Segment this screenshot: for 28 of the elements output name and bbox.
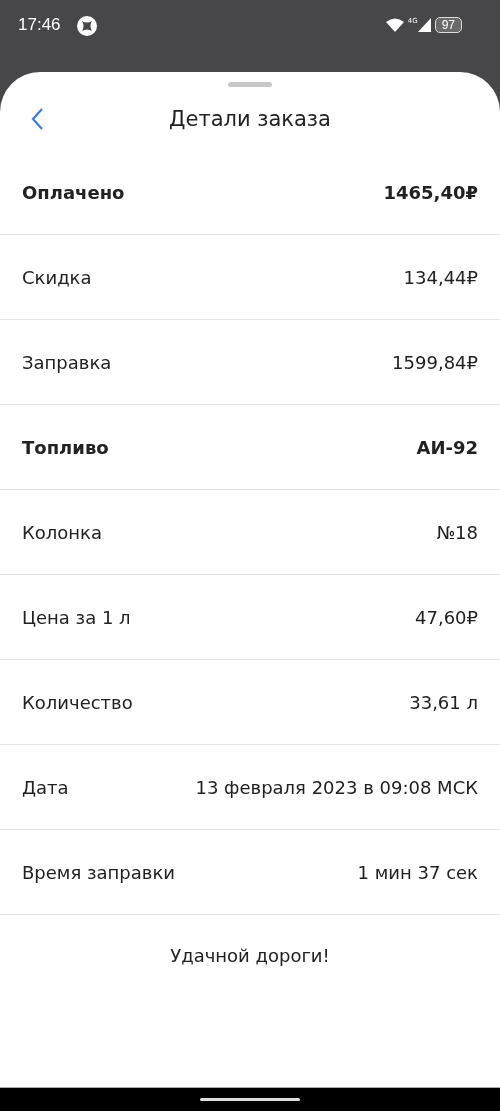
row-label: Время заправки (22, 861, 175, 883)
app-notification-icon (76, 16, 97, 36)
row-value: 1599,84₽ (392, 351, 478, 373)
row-label: Топливо (22, 436, 109, 458)
row-value: 134,44₽ (403, 266, 478, 288)
wifi-icon (385, 18, 404, 32)
farewell-message: Удачной дороги! (170, 945, 330, 966)
drag-handle[interactable] (228, 82, 272, 87)
row-label: Количество (22, 691, 133, 713)
row-label: Оплачено (22, 181, 125, 203)
row-label: Цена за 1 л (22, 606, 131, 628)
row-value: 47,60₽ (415, 606, 478, 628)
row-label: Скидка (22, 266, 92, 288)
row-value: 1 мин 37 сек (357, 861, 478, 883)
back-button[interactable] (30, 107, 46, 131)
row-label: Заправка (22, 351, 112, 373)
page-title: Детали заказа (169, 106, 331, 131)
home-indicator[interactable] (200, 1098, 300, 1101)
status-time: 17:46 (18, 14, 61, 36)
row-value: №18 (436, 521, 478, 543)
signal-icon (417, 18, 431, 32)
row-value: 1465,40₽ (383, 181, 478, 203)
row-label: Колонка (22, 521, 102, 543)
row-label: Дата (22, 776, 69, 798)
row-value: 13 февраля 2023 в 09:08 МСК (195, 776, 478, 798)
row-value: 33,61 л (409, 691, 478, 713)
row-value: АИ-92 (416, 436, 478, 458)
battery-level: 97 (434, 17, 462, 33)
